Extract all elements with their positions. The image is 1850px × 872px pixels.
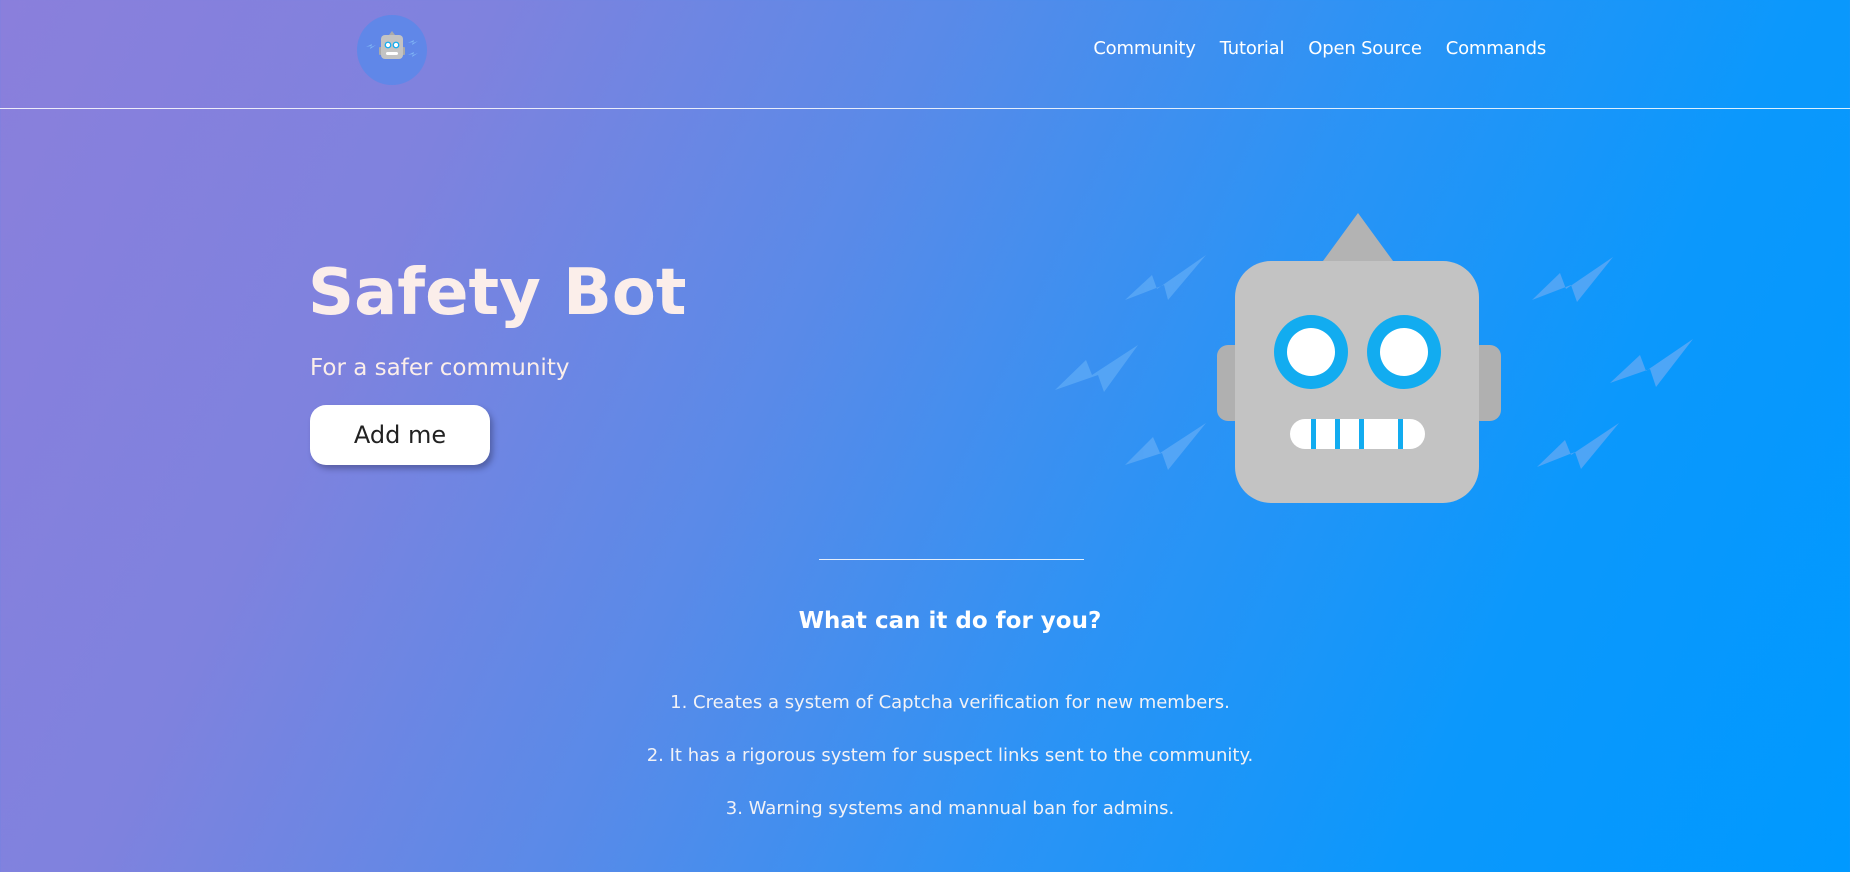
logo[interactable] bbox=[357, 15, 427, 85]
nav-commands[interactable]: Commands bbox=[1446, 38, 1546, 59]
nav-tutorial[interactable]: Tutorial bbox=[1220, 38, 1285, 59]
add-me-button[interactable]: Add me bbox=[310, 405, 490, 465]
list-item: 2. It has a rigorous system for suspect … bbox=[646, 745, 1254, 766]
list-item: 1. Creates a system of Captcha verificat… bbox=[670, 692, 1230, 713]
list-item: 3. Warning systems and mannual ban for a… bbox=[725, 798, 1175, 819]
main-nav: Community Tutorial Open Source Commands bbox=[1093, 38, 1546, 59]
site-header: Community Tutorial Open Source Commands bbox=[0, 0, 1850, 109]
feature-list: 1. Creates a system of Captcha verificat… bbox=[0, 690, 1850, 849]
robot-mouth bbox=[1290, 419, 1425, 449]
features-heading: What can it do for you? bbox=[798, 608, 1102, 634]
robot-antenna bbox=[1323, 213, 1393, 261]
hero-title: Safety Bot bbox=[308, 256, 687, 330]
robot-icon bbox=[366, 31, 418, 59]
nav-community[interactable]: Community bbox=[1093, 38, 1196, 59]
section-divider bbox=[819, 559, 1084, 560]
robot-head bbox=[1235, 261, 1479, 503]
robot-illustration bbox=[1055, 213, 1693, 503]
nav-open-source[interactable]: Open Source bbox=[1308, 38, 1422, 59]
hero-subtitle: For a safer community bbox=[310, 355, 570, 381]
